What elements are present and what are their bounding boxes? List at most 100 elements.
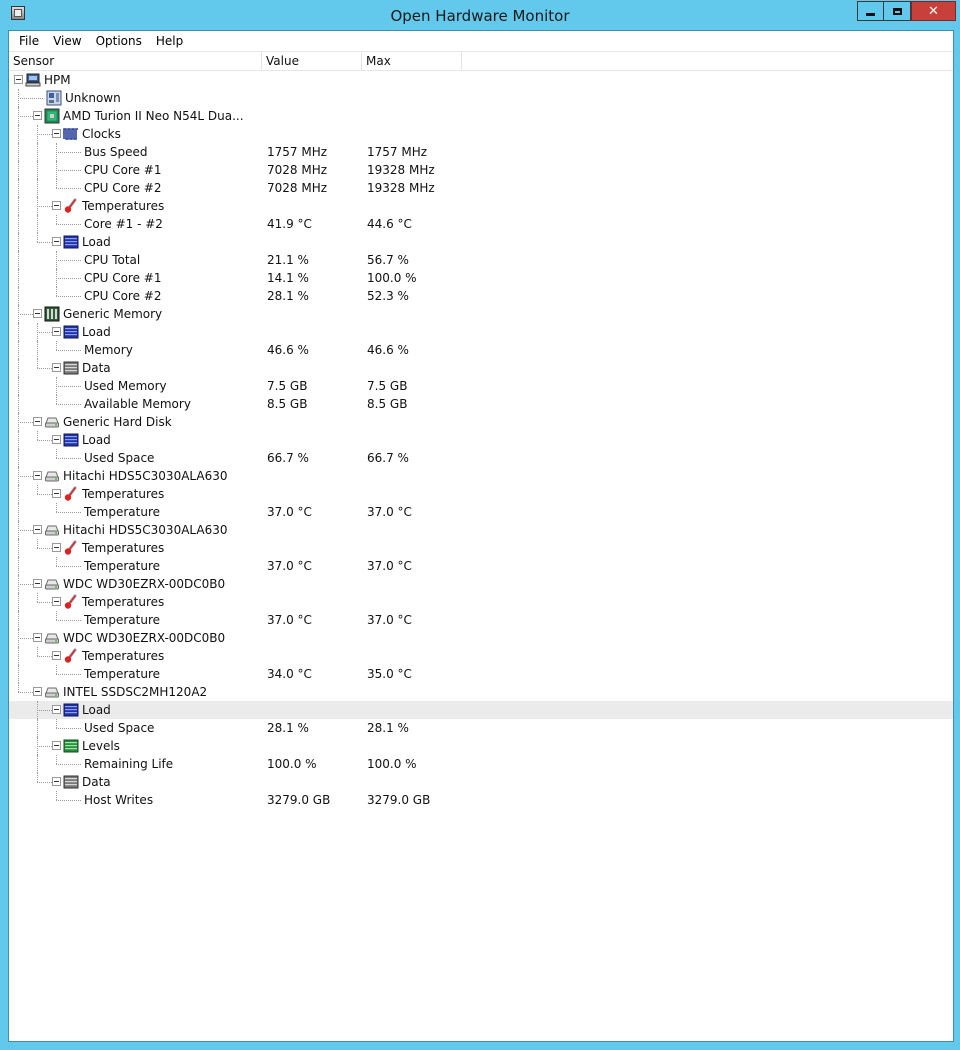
tree-node[interactable]: Clocks (9, 125, 953, 143)
tree-row[interactable]: Remaining Life 100.0 % 100.0 % (9, 755, 953, 773)
collapse-toggle[interactable] (52, 705, 61, 714)
collapse-toggle[interactable] (52, 543, 61, 552)
hdd-icon (44, 630, 60, 646)
tree-node[interactable]: Load (9, 701, 953, 719)
tree-row[interactable]: Memory 46.6 % 46.6 % (9, 341, 953, 359)
tree-node[interactable]: WDC WD30EZRX-00DC0B0 (9, 575, 953, 593)
tree-node[interactable]: Data (9, 773, 953, 791)
tree-row[interactable]: Temperature 37.0 °C 37.0 °C (9, 503, 953, 521)
menu-options[interactable]: Options (91, 31, 147, 51)
collapse-toggle[interactable] (52, 327, 61, 336)
collapse-toggle[interactable] (52, 129, 61, 138)
collapse-toggle[interactable] (33, 579, 42, 588)
column-header-value[interactable]: Value (262, 52, 362, 70)
tree-row[interactable]: CPU Core #2 7028 MHz 19328 MHz (9, 179, 953, 197)
tree-row[interactable]: Used Space 28.1 % 28.1 % (9, 719, 953, 737)
sensor-value: 37.0 °C (267, 505, 312, 519)
menu-bar: File View Options Help (9, 31, 953, 51)
tree-guide-line (18, 557, 19, 575)
sensor-label: Temperature (84, 505, 161, 519)
tree-guide-line (37, 539, 38, 548)
thermometer-icon (63, 594, 79, 610)
sensor-value: 37.0 °C (267, 613, 312, 627)
tree-node[interactable]: Levels (9, 737, 953, 755)
close-button[interactable]: ✕ (911, 1, 956, 21)
tree-row[interactable]: Host Writes 3279.0 GB 3279.0 GB (9, 791, 953, 809)
menu-view[interactable]: View (48, 31, 86, 51)
tree-row[interactable]: Used Space 66.7 % 66.7 % (9, 449, 953, 467)
tree-node[interactable]: HPM (9, 71, 953, 89)
tree-guide-line (18, 503, 19, 521)
collapse-toggle[interactable] (33, 309, 42, 318)
title-bar[interactable]: Open Hardware Monitor ✕ (0, 0, 960, 30)
tree-node[interactable]: AMD Turion II Neo N54L Dua... (9, 107, 953, 125)
menu-help[interactable]: Help (151, 31, 188, 51)
tree-node[interactable]: WDC WD30EZRX-00DC0B0 (9, 629, 953, 647)
collapse-toggle[interactable] (52, 741, 61, 750)
tree-node[interactable]: Hitachi HDS5C3030ALA630 (9, 467, 953, 485)
collapse-toggle[interactable] (52, 363, 61, 372)
collapse-toggle[interactable] (33, 687, 42, 696)
column-header-sensor[interactable]: Sensor (9, 52, 262, 70)
tree-row[interactable]: Temperature 37.0 °C 37.0 °C (9, 557, 953, 575)
tree-guide-line (37, 647, 38, 656)
sensor-label: Generic Hard Disk (63, 415, 172, 429)
tree-node[interactable]: Generic Hard Disk (9, 413, 953, 431)
tree-row[interactable]: Core #1 - #2 41.9 °C 44.6 °C (9, 215, 953, 233)
tree-node[interactable]: Temperatures (9, 197, 953, 215)
tree-row[interactable]: Temperature 34.0 °C 35.0 °C (9, 665, 953, 683)
tree-connector (56, 278, 81, 279)
collapse-toggle[interactable] (33, 525, 42, 534)
minimize-button[interactable] (857, 1, 884, 21)
tree-node[interactable]: Generic Memory (9, 305, 953, 323)
window-title: Open Hardware Monitor (390, 7, 570, 25)
collapse-toggle[interactable] (52, 489, 61, 498)
maximize-button[interactable] (884, 1, 911, 21)
collapse-toggle[interactable] (52, 201, 61, 210)
tree-node[interactable]: Temperatures (9, 647, 953, 665)
tree-node[interactable]: Temperatures (9, 485, 953, 503)
tree-connector (56, 620, 81, 621)
load-icon (63, 234, 79, 250)
sensor-value: 1757 MHz (267, 145, 328, 159)
tree-row[interactable]: CPU Total 21.1 % 56.7 % (9, 251, 953, 269)
tree-row[interactable]: Used Memory 7.5 GB 7.5 GB (9, 377, 953, 395)
tree-row[interactable]: CPU Core #2 28.1 % 52.3 % (9, 287, 953, 305)
collapse-toggle[interactable] (52, 435, 61, 444)
tree-guide-line (18, 197, 19, 215)
collapse-toggle[interactable] (52, 777, 61, 786)
tree-guide-line (18, 287, 19, 305)
collapse-toggle[interactable] (52, 597, 61, 606)
tree-row[interactable]: Available Memory 8.5 GB 8.5 GB (9, 395, 953, 413)
tree-row[interactable]: Bus Speed 1757 MHz 1757 MHz (9, 143, 953, 161)
collapse-toggle[interactable] (52, 237, 61, 246)
thermometer-icon (63, 486, 79, 502)
tree-row[interactable]: Temperature 37.0 °C 37.0 °C (9, 611, 953, 629)
menu-file[interactable]: File (14, 31, 44, 51)
tree-row[interactable]: CPU Core #1 7028 MHz 19328 MHz (9, 161, 953, 179)
tree-node[interactable]: Hitachi HDS5C3030ALA630 (9, 521, 953, 539)
sensor-label: Load (82, 433, 111, 447)
collapse-toggle[interactable] (33, 111, 42, 120)
tree-row[interactable]: CPU Core #1 14.1 % 100.0 % (9, 269, 953, 287)
tree-node[interactable]: Load (9, 323, 953, 341)
collapse-toggle[interactable] (14, 75, 23, 84)
tree-connector (56, 170, 81, 171)
collapse-toggle[interactable] (33, 417, 42, 426)
tree-node[interactable]: Load (9, 431, 953, 449)
sensor-tree[interactable]: HPM Unknown AMD Turion II Neo N54L Dua... C… (9, 71, 953, 809)
tree-node[interactable]: Temperatures (9, 539, 953, 557)
column-header-max[interactable]: Max (362, 52, 462, 70)
sensor-value: 41.9 °C (267, 217, 312, 231)
tree-row[interactable]: Unknown (9, 89, 953, 107)
tree-node[interactable]: Temperatures (9, 593, 953, 611)
collapse-toggle[interactable] (52, 651, 61, 660)
collapse-toggle[interactable] (33, 633, 42, 642)
tree-node[interactable]: INTEL SSDSC2MH120A2 (9, 683, 953, 701)
tree-guide-line (56, 755, 57, 764)
collapse-toggle[interactable] (33, 471, 42, 480)
tree-node[interactable]: Load (9, 233, 953, 251)
tree-node[interactable]: Data (9, 359, 953, 377)
thermometer-icon (63, 198, 79, 214)
data-icon (63, 774, 79, 790)
